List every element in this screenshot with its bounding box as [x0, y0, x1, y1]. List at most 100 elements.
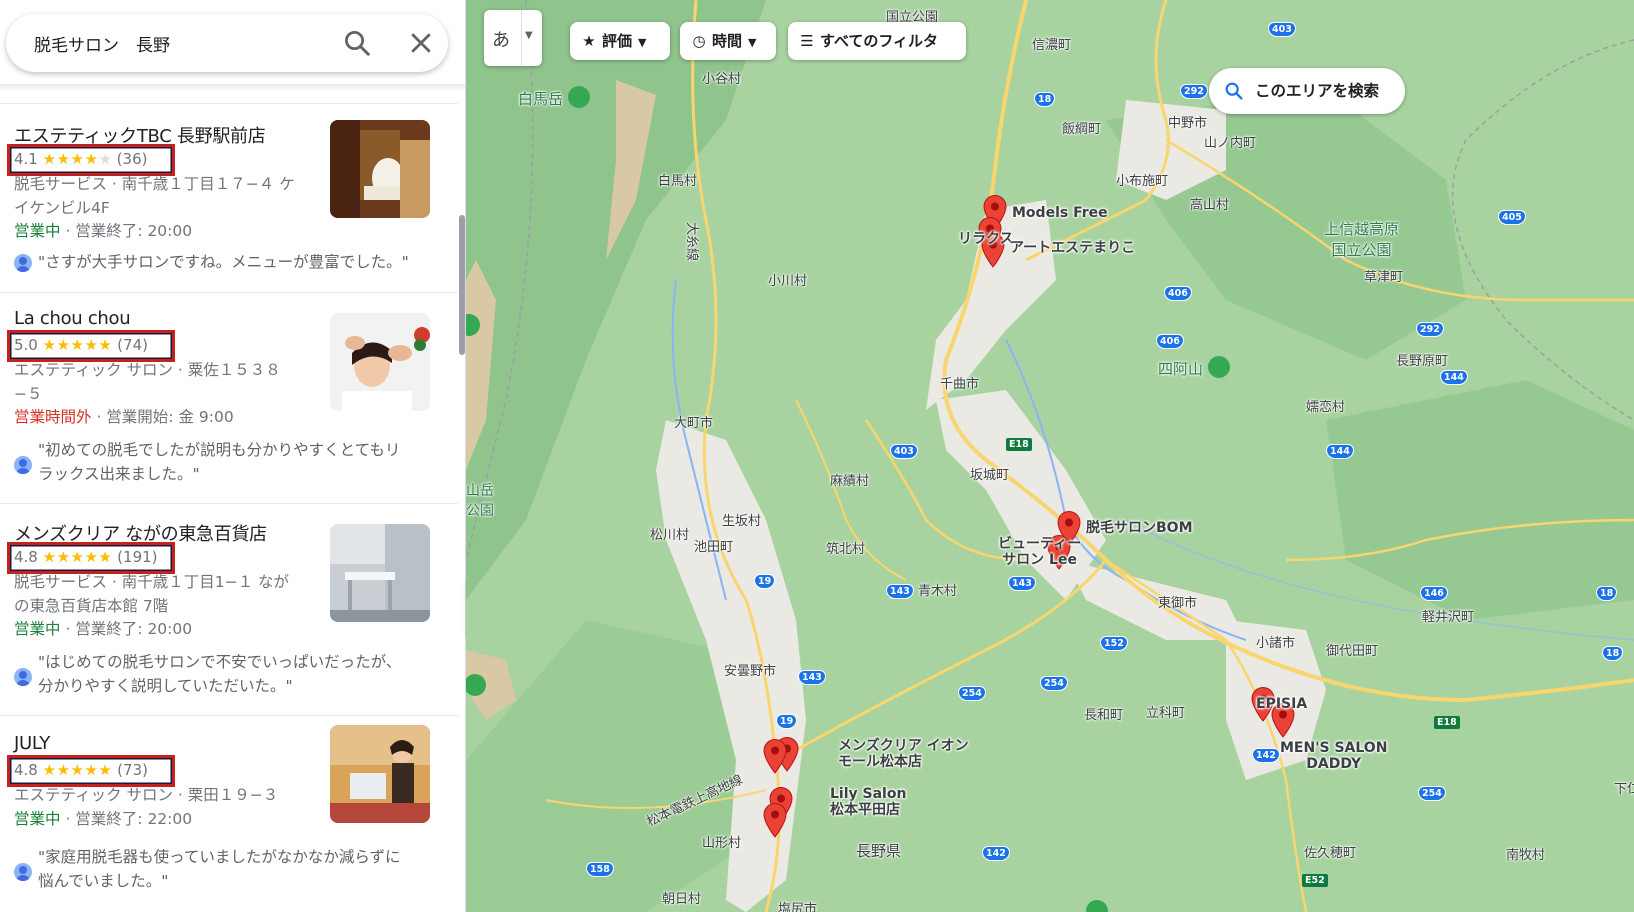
button-label: このエリアを検索	[1255, 82, 1380, 100]
list-item[interactable]: La chou chou 5.0 ★★★★★ (74) エステティック サロン …	[0, 308, 460, 518]
open-status: 営業時間外 · 営業開始: 金 9:00	[14, 408, 234, 426]
hours-text: 営業開始: 金 9:00	[106, 408, 234, 426]
rating-summary: 4.8 ★★★★★ (73)	[14, 761, 148, 779]
map-label: 麻績村	[830, 474, 870, 489]
rating-filter-chip[interactable]: ★ 評価 ▼	[570, 22, 670, 60]
all-filters-chip[interactable]: ☰ すべてのフィルタ	[788, 22, 966, 60]
place-photo[interactable]	[330, 313, 430, 411]
review-line: ラックス出来ました。"	[38, 465, 200, 483]
map-label: 小谷村	[702, 72, 742, 87]
status-open: 営業中	[14, 810, 61, 828]
route-shield: 144	[1440, 370, 1468, 385]
input-tools-button[interactable]: あ ▼	[484, 10, 542, 66]
user-icon	[14, 863, 32, 881]
list-item[interactable]: JULY 4.8 ★★★★★ (73) エステティック サロン · 栗田１９−３…	[0, 725, 460, 912]
route-shield: 403	[890, 444, 918, 459]
pin-label[interactable]: MEN'S SALON DADDY	[1280, 740, 1387, 772]
close-icon[interactable]	[406, 28, 436, 58]
route-shield: 403	[1268, 22, 1296, 37]
review-snippet: "初めての脱毛でしたが説明も分かりやすくとてもリ ラックス出来ました。"	[38, 438, 423, 486]
map-label: 高山村	[1190, 198, 1230, 213]
chevron-down-icon: ▼	[748, 36, 757, 49]
review-line: "はじめての脱毛サロンで不安でいっぱいだったが、	[38, 653, 402, 671]
route-shield: E18	[1434, 716, 1460, 729]
search-this-area-button[interactable]: このエリアを検索	[1209, 68, 1405, 114]
status-open: 営業中	[14, 222, 61, 240]
rating-value: 4.1	[14, 150, 38, 168]
clock-icon: ◷	[692, 32, 706, 50]
status-closed: 営業時間外	[14, 408, 92, 426]
map-label: 池田町	[694, 540, 734, 555]
pin-label[interactable]: メンズクリア イオン モール松本店	[838, 738, 969, 770]
chip-label: すべてのフィルタ	[820, 32, 939, 50]
chip-label: 評価	[602, 32, 633, 50]
review-line: "家庭用脱毛器も使っていましたがなかなか減らずに	[38, 848, 401, 866]
sliders-icon: ☰	[800, 32, 814, 50]
map-canvas[interactable]: 国立公園 信濃町 小谷村 白馬岳 飯綱町 中野市 山ノ内町 白馬村 小布施町 高…	[466, 0, 1634, 912]
pin-label[interactable]: Models Free	[1012, 205, 1108, 221]
place-address: 脱毛サービス · 南千歳１丁目１７−４ ケ イケンビル4F	[14, 172, 314, 220]
chevron-down-icon[interactable]: ▼	[525, 30, 533, 41]
map-label: 青木村	[918, 584, 958, 599]
open-status: 営業中 · 営業終了: 20:00	[14, 620, 193, 638]
hours-filter-chip[interactable]: ◷ 時間 ▼	[680, 22, 776, 60]
divider	[521, 10, 522, 66]
star-icon: ★	[582, 32, 596, 50]
rating-value: 4.8	[14, 761, 38, 779]
route-shield: E18	[1006, 438, 1032, 451]
pin-label[interactable]: リラクス	[958, 231, 1014, 247]
place-name[interactable]: JULY	[14, 733, 50, 754]
search-box[interactable]: 脱毛サロン 長野	[6, 14, 448, 72]
map-label: 白馬村	[658, 174, 698, 189]
route-shield: 405	[1498, 210, 1526, 225]
map-label: 白馬岳	[518, 90, 564, 108]
map-label: 草津町	[1364, 270, 1404, 285]
rating-stars: ★★★★★	[42, 761, 113, 779]
status-open: 営業中	[14, 620, 61, 638]
route-shield: 142	[1252, 748, 1280, 763]
park-icon[interactable]	[1208, 356, 1230, 378]
hours-text: 営業終了: 20:00	[75, 620, 193, 638]
map-pin[interactable]	[762, 738, 788, 774]
scrollbar[interactable]	[459, 215, 465, 355]
address-line: の東急百貨店本館 7階	[14, 597, 169, 615]
map-label: 佐久穂町	[1304, 846, 1357, 861]
map-label: 軽井沢町	[1422, 610, 1475, 625]
map-label: 立科町	[1146, 706, 1186, 721]
route-shield: 254	[958, 686, 986, 701]
map-pin[interactable]	[762, 802, 788, 838]
map-label: 嬬恋村	[1306, 400, 1346, 415]
review-snippet: "家庭用脱毛器も使っていましたがなかなか減らずに 悩んでいました。"	[38, 845, 423, 893]
map-label: 長野原町	[1396, 354, 1449, 369]
address-line: −５	[14, 385, 43, 403]
park-icon[interactable]	[568, 86, 590, 108]
map-label: 山ノ内町	[1204, 136, 1257, 151]
review-count: (36)	[116, 150, 148, 168]
map-label: 下仁	[1614, 782, 1634, 797]
list-item[interactable]: メンズクリア ながの東急百貨店 4.8 ★★★★★ (191) 脱毛サービス ·…	[0, 520, 460, 730]
place-photo[interactable]	[330, 120, 430, 218]
map-label: 小布施町	[1116, 174, 1169, 189]
pin-label[interactable]: EPISIA	[1256, 696, 1307, 712]
map-label: 上信越高原 国立公園	[1324, 220, 1400, 259]
rating-stars: ★★★★★	[42, 336, 113, 354]
route-shield: 406	[1156, 334, 1184, 349]
route-shield: 254	[1040, 676, 1068, 691]
list-item[interactable]: エステティックTBC 長野駅前店 4.1 ★★★★★ (36) 脱毛サービス ·…	[0, 120, 460, 294]
rating-value: 5.0	[14, 336, 38, 354]
map-label: 南牧村	[1506, 848, 1546, 863]
pin-label[interactable]: ビューティー サロン Lee	[998, 536, 1081, 568]
place-photo[interactable]	[330, 725, 430, 823]
search-input[interactable]: 脱毛サロン 長野	[34, 31, 170, 56]
pin-label[interactable]: アートエステまりこ	[1010, 240, 1135, 256]
place-photo[interactable]	[330, 524, 430, 622]
chevron-down-icon: ▼	[638, 36, 647, 49]
map-label: 大町市	[674, 416, 714, 431]
pin-label[interactable]: 脱毛サロンBOM	[1086, 520, 1193, 536]
route-shield: 144	[1326, 444, 1354, 459]
review-line: 分かりやすく説明していただいた。"	[38, 677, 293, 695]
map-label: 安曇野市	[724, 664, 777, 679]
place-name[interactable]: La chou chou	[14, 308, 131, 329]
pin-label[interactable]: Lily Salon 松本平田店	[830, 786, 906, 818]
search-icon[interactable]	[342, 28, 372, 58]
